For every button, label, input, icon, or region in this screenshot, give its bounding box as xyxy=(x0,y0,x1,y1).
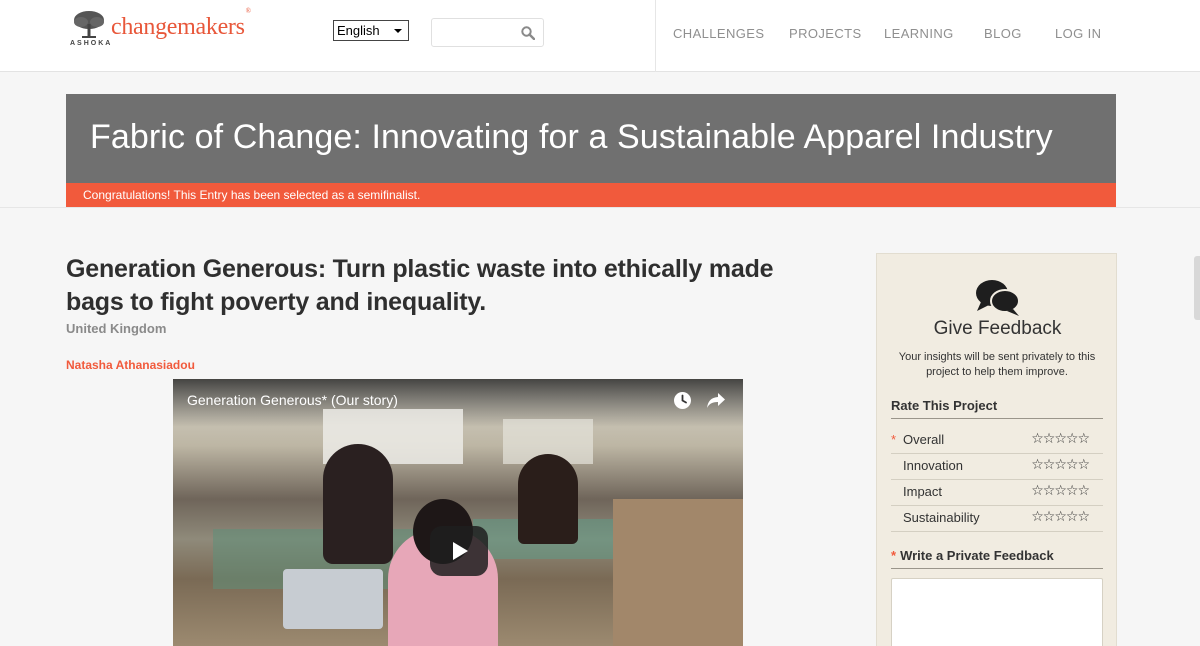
site-header: ASHOKA changemakers® English CHALLENGES … xyxy=(0,0,1200,72)
scrollbar-tab[interactable] xyxy=(1194,256,1200,320)
entry-country: United Kingdom xyxy=(66,321,167,336)
nav-blog[interactable]: BLOG xyxy=(984,26,1022,41)
star-rating-input[interactable]: ☆☆☆☆☆ xyxy=(1031,482,1090,499)
write-feedback-text: Write a Private Feedback xyxy=(900,548,1054,563)
feedback-note: Your insights will be sent privately to … xyxy=(898,351,1096,378)
dropdown-arrow-icon xyxy=(394,29,402,33)
tree-icon xyxy=(74,11,104,38)
search-input[interactable] xyxy=(431,18,544,47)
video-title[interactable]: Generation Generous* (Our story) xyxy=(187,392,398,408)
divider xyxy=(891,418,1103,419)
divider xyxy=(891,531,1103,532)
registered-mark: ® xyxy=(245,7,251,15)
language-select[interactable]: English xyxy=(333,20,409,41)
private-feedback-textarea[interactable] xyxy=(891,578,1103,646)
share-icon[interactable] xyxy=(706,391,726,409)
rating-row-sustainability: Sustainability ☆☆☆☆☆ xyxy=(891,505,1103,531)
star-rating-input[interactable]: ☆☆☆☆☆ xyxy=(1031,430,1090,447)
play-button[interactable] xyxy=(430,526,488,576)
semifinalist-notice: Congratulations! This Entry has been sel… xyxy=(66,183,1116,207)
nav-divider xyxy=(655,0,656,72)
nav-challenges[interactable]: CHALLENGES xyxy=(673,26,764,41)
video-scene-machine xyxy=(283,569,383,629)
video-scene-person xyxy=(323,444,393,564)
nav-log-in[interactable]: LOG IN xyxy=(1055,26,1101,41)
entry-author[interactable]: Natasha Athanasiadou xyxy=(66,358,195,372)
nav-learning[interactable]: LEARNING xyxy=(884,26,954,41)
write-feedback-label: * Write a Private Feedback xyxy=(891,548,1054,563)
watch-later-icon[interactable] xyxy=(673,391,692,410)
star-rating-input[interactable]: ☆☆☆☆☆ xyxy=(1031,456,1090,473)
changemakers-logo[interactable]: ASHOKA changemakers® xyxy=(70,7,270,50)
rating-label: Sustainability xyxy=(903,510,980,525)
brand-name: changemakers® xyxy=(111,7,251,41)
semifinalist-text: Congratulations! This Entry has been sel… xyxy=(83,188,421,202)
brand-text: changemakers xyxy=(111,14,245,40)
divider xyxy=(891,568,1103,569)
entry-title: Generation Generous: Turn plastic waste … xyxy=(66,255,774,316)
rating-label: Impact xyxy=(903,484,943,499)
video-scene-boxes xyxy=(613,499,743,646)
rating-row-innovation: Innovation ☆☆☆☆☆ xyxy=(891,453,1103,479)
star-rating-input[interactable]: ☆☆☆☆☆ xyxy=(1031,508,1090,525)
video-scene-person xyxy=(518,454,578,544)
feedback-panel: Give Feedback Your insights will be sent… xyxy=(876,253,1117,646)
feedback-heading: Give Feedback xyxy=(933,318,1062,339)
language-value: English xyxy=(337,23,380,38)
search-icon[interactable] xyxy=(521,26,535,40)
video-player[interactable]: Generation Generous* (Our story) xyxy=(173,379,743,646)
nav-projects[interactable]: PROJECTS xyxy=(789,26,862,41)
rating-label: Innovation xyxy=(903,458,963,473)
required-mark: * xyxy=(891,432,897,447)
section-divider xyxy=(0,207,1200,208)
rating-row-overall: * Overall ☆☆☆☆☆ xyxy=(891,427,1103,453)
challenge-title[interactable]: Fabric of Change: Innovating for a Susta… xyxy=(90,118,1053,157)
rating-row-impact: Impact ☆☆☆☆☆ xyxy=(891,479,1103,505)
chat-bubbles-icon xyxy=(976,280,1020,316)
ashoka-label: ASHOKA xyxy=(70,40,113,47)
required-mark: * xyxy=(891,548,897,563)
rate-heading: Rate This Project xyxy=(891,398,998,413)
rating-label: Overall xyxy=(903,432,945,447)
